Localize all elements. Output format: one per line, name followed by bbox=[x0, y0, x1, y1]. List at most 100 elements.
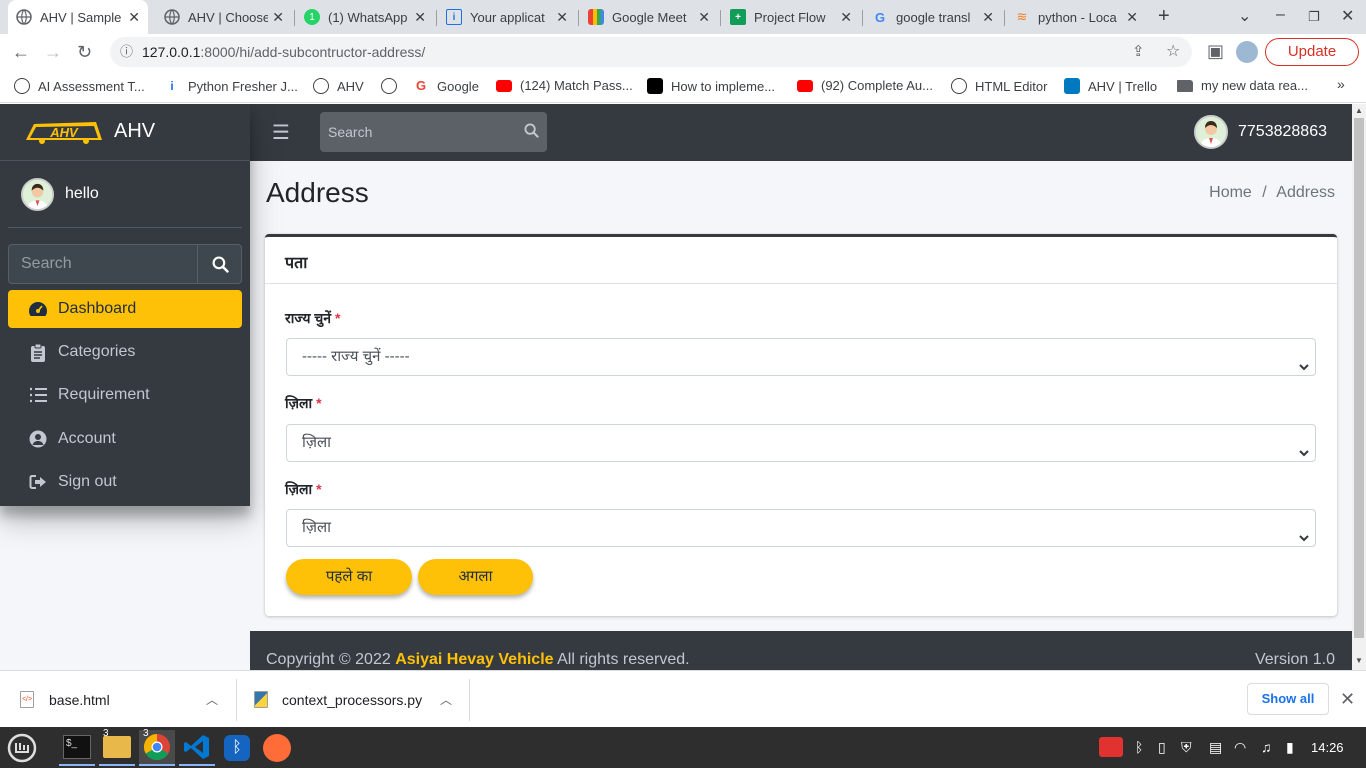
close-tab-icon[interactable]: ✕ bbox=[272, 9, 284, 26]
company-link[interactable]: Asiyai Hevay Vehicle bbox=[395, 651, 553, 668]
page-scrollbar[interactable]: ▲ ▼ bbox=[1352, 104, 1366, 670]
clock[interactable]: 14:26 bbox=[1311, 740, 1344, 755]
user-menu[interactable]: 7753828863 bbox=[1194, 113, 1327, 151]
sidebar-item-categories[interactable]: Categories bbox=[8, 333, 242, 371]
side-panel-icon[interactable]: ▣ bbox=[1207, 41, 1224, 62]
bookmark-star-icon[interactable]: ☆ bbox=[1166, 37, 1180, 67]
close-tab-icon[interactable]: ✕ bbox=[414, 9, 426, 26]
postman-glyph bbox=[263, 734, 291, 762]
navbar-search-input[interactable] bbox=[320, 112, 510, 152]
vscode-icon[interactable] bbox=[179, 730, 215, 766]
download-item[interactable]: </> base.html ︿ bbox=[20, 671, 226, 728]
brand-link[interactable]: AHV AHV bbox=[0, 104, 250, 161]
scroll-up-icon[interactable]: ▲ bbox=[1355, 106, 1363, 115]
profile-avatar[interactable] bbox=[1236, 41, 1258, 63]
bookmark-item[interactable]: AHV bbox=[313, 78, 364, 94]
menu-toggle-icon[interactable]: ☰ bbox=[272, 120, 290, 145]
breadcrumb-home-link[interactable]: Home bbox=[1209, 184, 1252, 201]
close-tab-icon[interactable]: ✕ bbox=[840, 9, 852, 26]
scrollbar-thumb[interactable] bbox=[1354, 118, 1364, 638]
shield-icon[interactable]: ⛨ bbox=[1181, 739, 1192, 756]
chrome-icon[interactable]: 3 bbox=[139, 728, 175, 766]
bookmark-item[interactable]: (124) Match Pass... bbox=[496, 78, 633, 93]
sidebar-item-requirement[interactable]: Requirement bbox=[8, 376, 242, 414]
tab-whatsapp[interactable]: 1 (1) WhatsApp ✕ bbox=[296, 0, 434, 34]
bookmark-item[interactable]: (92) Complete Au... bbox=[797, 78, 933, 93]
tab-search-icon[interactable]: ⌄ bbox=[1238, 6, 1251, 26]
close-tab-icon[interactable]: ✕ bbox=[556, 9, 568, 26]
bookmark-item[interactable] bbox=[381, 78, 405, 94]
close-tab-icon[interactable]: ✕ bbox=[128, 9, 140, 26]
search-icon bbox=[212, 256, 229, 273]
search-icon[interactable] bbox=[524, 123, 539, 143]
files-icon[interactable]: 3 bbox=[99, 728, 135, 766]
update-button[interactable]: Update bbox=[1265, 38, 1359, 66]
address-bar[interactable]: ⓘ 127.0.0.1:8000/hi/add-subcontructor-ad… bbox=[110, 37, 1192, 67]
previous-button[interactable]: पहले का bbox=[286, 559, 412, 595]
tab-google-meet[interactable]: Google Meet ✕ bbox=[580, 0, 718, 34]
bluetooth-app-icon[interactable]: ᛒ bbox=[219, 730, 255, 766]
clipboard-icon[interactable]: ▯ bbox=[1158, 739, 1166, 756]
bookmark-item[interactable]: i Python Fresher J... bbox=[164, 78, 298, 94]
youtube-icon bbox=[496, 79, 512, 92]
sidebar-item-sign-out[interactable]: Sign out bbox=[8, 463, 242, 501]
district-select-2[interactable]: ज़िला bbox=[286, 509, 1316, 547]
scroll-down-icon[interactable]: ▼ bbox=[1355, 656, 1363, 665]
chevron-up-icon[interactable]: ︿ bbox=[206, 691, 218, 708]
music-icon[interactable]: ♫ bbox=[1261, 739, 1272, 755]
sidebar-search-button[interactable] bbox=[197, 245, 242, 283]
bookmark-label: (124) Match Pass... bbox=[520, 78, 633, 93]
bookmark-label: AHV bbox=[337, 78, 364, 94]
battery-icon[interactable]: ▮ bbox=[1286, 739, 1294, 756]
notes-icon[interactable]: ▤ bbox=[1209, 739, 1222, 756]
tab-ahv-sample[interactable]: AHV | Sample ✕ bbox=[8, 0, 148, 34]
bookmark-item[interactable]: my new data rea... bbox=[1177, 78, 1308, 93]
bookmark-item[interactable]: AHV | Trello bbox=[1064, 78, 1157, 94]
info-icon[interactable]: ⓘ bbox=[120, 37, 133, 67]
tab-python-stackoverflow[interactable]: ≋ python - Loca ✕ bbox=[1006, 0, 1146, 34]
restore-icon[interactable]: ❐ bbox=[1308, 9, 1320, 25]
postman-icon[interactable] bbox=[259, 730, 295, 766]
user-name: hello bbox=[65, 185, 99, 202]
sidebar-item-dashboard[interactable]: Dashboard bbox=[8, 290, 242, 328]
tab-application[interactable]: i Your applicat ✕ bbox=[438, 0, 576, 34]
minimize-icon[interactable]: – bbox=[1276, 6, 1285, 24]
state-select[interactable]: ----- राज्य चुनें ----- bbox=[286, 338, 1316, 376]
start-menu-icon[interactable] bbox=[4, 730, 40, 766]
close-icon[interactable]: ✕ bbox=[1340, 689, 1355, 710]
next-button[interactable]: अगला bbox=[418, 559, 533, 595]
close-tab-icon[interactable]: ✕ bbox=[982, 9, 994, 26]
sidebar-search-input[interactable] bbox=[9, 245, 197, 283]
bookmark-item[interactable]: AI Assessment T... bbox=[14, 78, 145, 94]
sheets-icon: + bbox=[730, 9, 746, 25]
bookmark-item[interactable]: How to impleme... bbox=[647, 78, 775, 94]
back-icon[interactable]: ← bbox=[12, 42, 30, 63]
show-all-button[interactable]: Show all bbox=[1247, 683, 1329, 715]
terminal-icon[interactable]: $_ bbox=[59, 730, 95, 766]
tab-google-translate[interactable]: G google transl ✕ bbox=[864, 0, 1002, 34]
user-panel[interactable]: hello bbox=[8, 161, 242, 228]
bookmark-item[interactable]: G Google bbox=[413, 78, 479, 94]
chevron-down-icon bbox=[1299, 522, 1309, 558]
close-tab-icon[interactable]: ✕ bbox=[698, 9, 710, 26]
tab-ahv-choose[interactable]: AHV | Choose ✕ bbox=[156, 0, 292, 34]
chevron-up-icon[interactable]: ︿ bbox=[440, 691, 452, 708]
user-phone: 7753828863 bbox=[1238, 123, 1327, 140]
close-tab-icon[interactable]: ✕ bbox=[1126, 9, 1138, 26]
wifi-icon[interactable]: ◠ bbox=[1234, 739, 1246, 756]
more-bookmarks-icon[interactable]: » bbox=[1337, 76, 1345, 92]
sidebar: AHV AHV hello Dashboard Categories bbox=[0, 104, 250, 506]
page-title: Address bbox=[266, 177, 369, 208]
reload-icon[interactable]: ↻ bbox=[77, 42, 92, 63]
forward-icon[interactable]: → bbox=[44, 42, 62, 63]
district-select[interactable]: ज़िला bbox=[286, 424, 1316, 462]
new-tab-icon[interactable]: + bbox=[1158, 5, 1170, 28]
bookmark-item[interactable]: HTML Editor bbox=[951, 78, 1047, 94]
share-icon[interactable]: ⇪ bbox=[1132, 37, 1145, 67]
anydesk-icon[interactable] bbox=[1099, 737, 1123, 757]
sidebar-item-account[interactable]: Account bbox=[8, 420, 242, 458]
tab-project-flow[interactable]: + Project Flow ✕ bbox=[722, 0, 860, 34]
bluetooth-icon[interactable]: ᛒ bbox=[1135, 739, 1143, 755]
download-item[interactable]: context_processors.py ︿ bbox=[254, 671, 460, 728]
close-window-icon[interactable]: ✕ bbox=[1341, 6, 1354, 26]
